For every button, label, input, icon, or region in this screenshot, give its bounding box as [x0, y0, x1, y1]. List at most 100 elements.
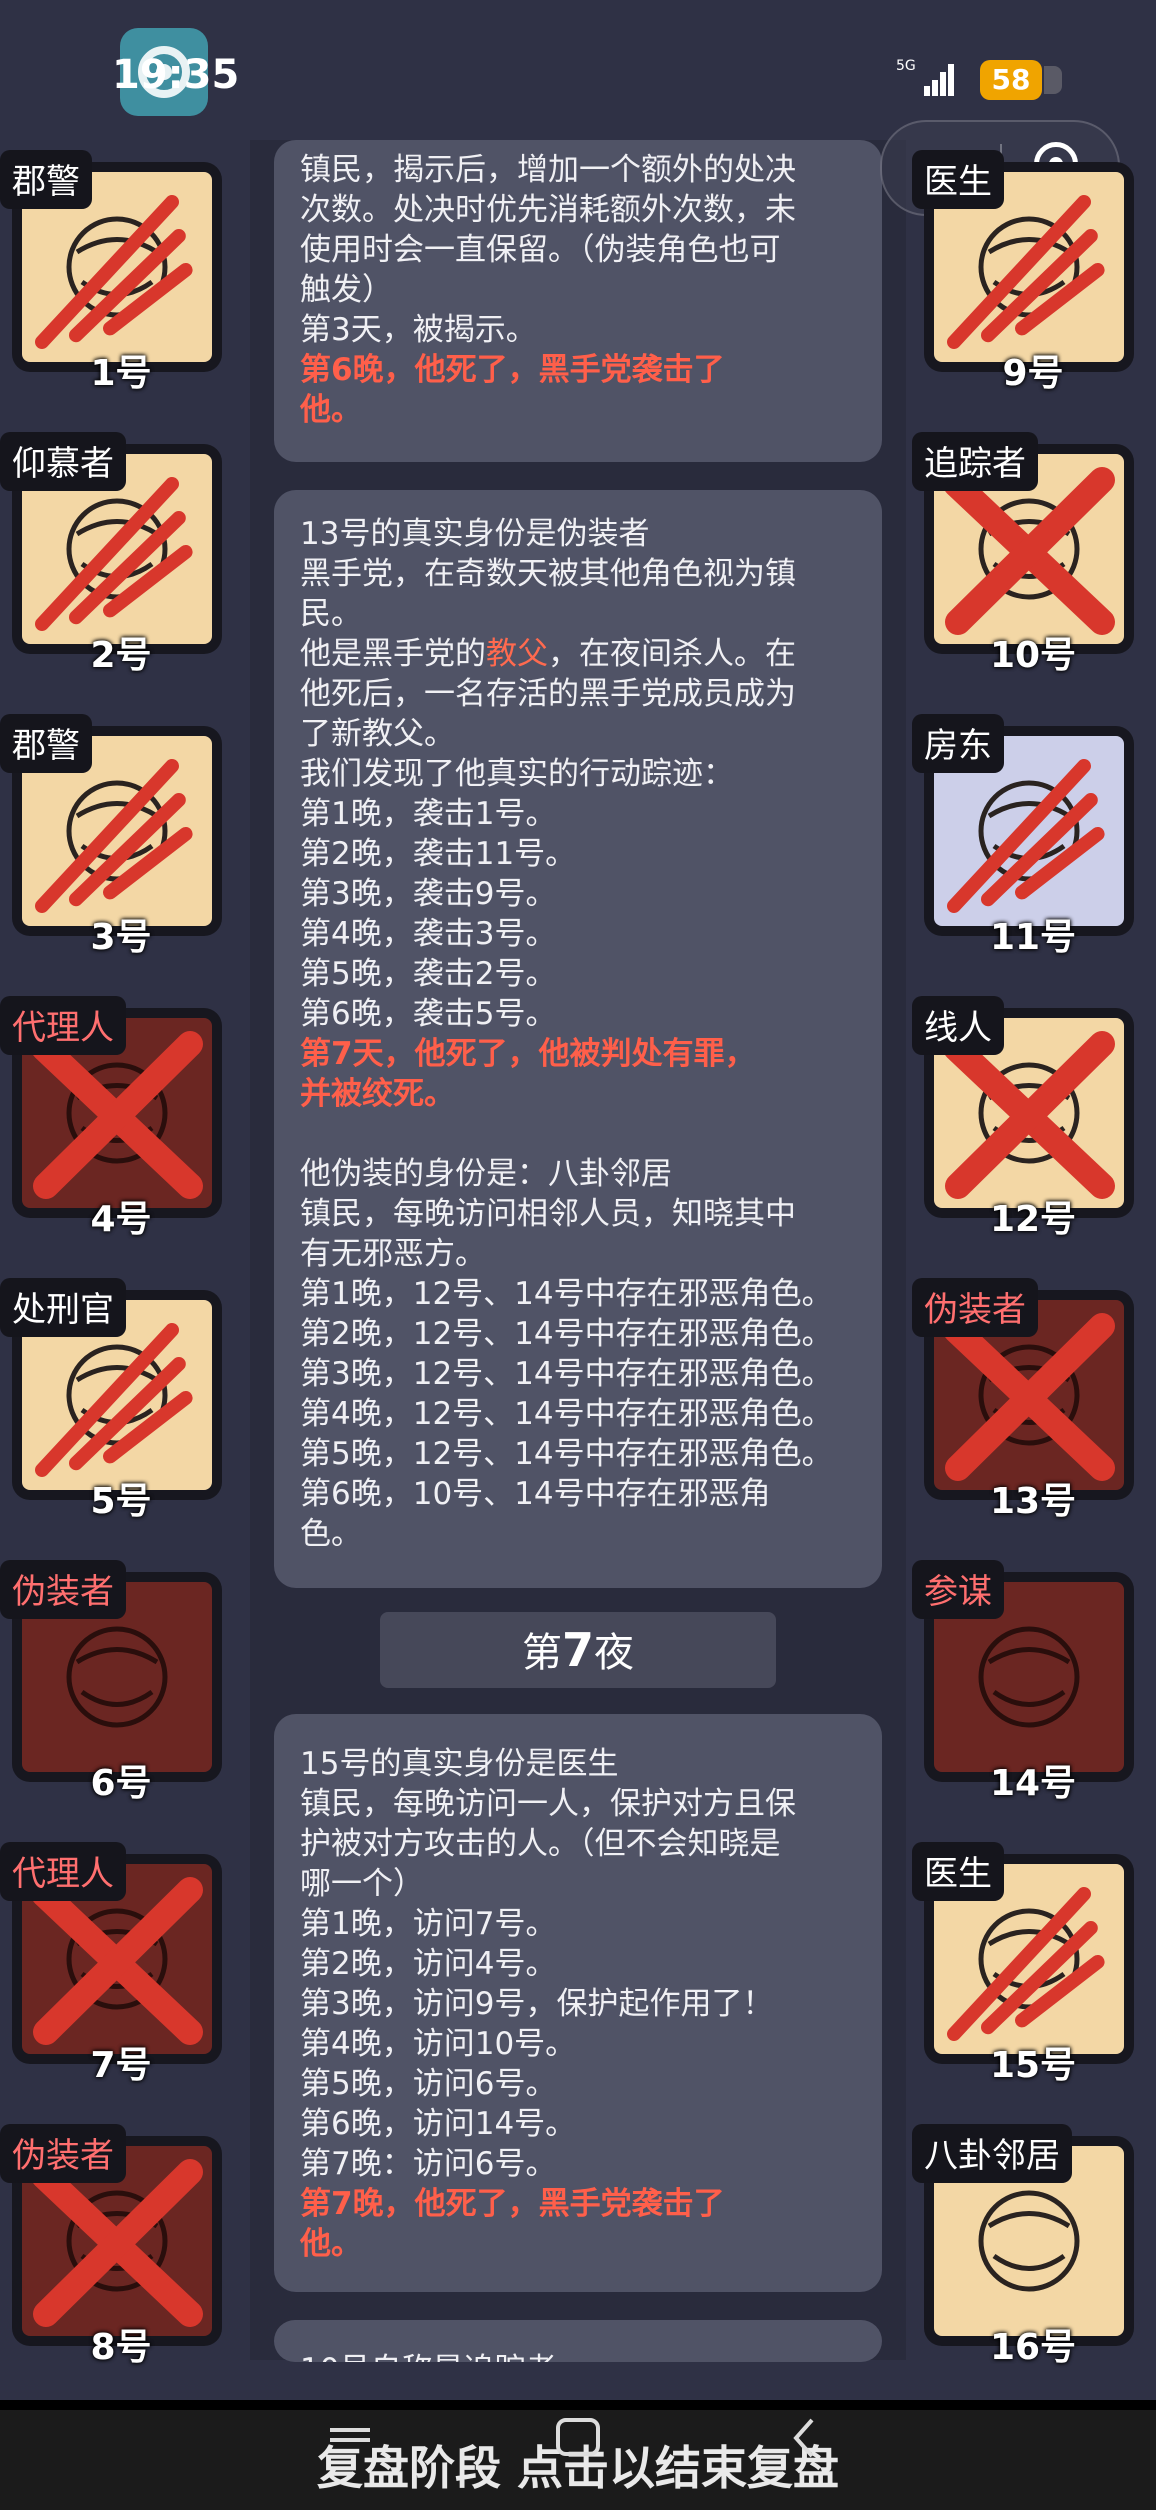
log-card-text: 15号的真实身份是医生 镇民，每晚访问一人，保护对方且保 护被对方攻击的人。（但不会…	[300, 1744, 864, 2264]
role-name-label: 参谋	[912, 1560, 1004, 1619]
log-line: 第3晚，访问9号，保护起作用了！	[300, 1986, 774, 2022]
log-card-player-10: 10号自称是追踪者	[274, 2320, 882, 2362]
player-number: 14号	[989, 1763, 1077, 1804]
log-line: 第5晚，12号、14号中存在邪恶角色。	[300, 1436, 833, 1472]
network-type: 5G	[896, 58, 916, 74]
log-card-text: 13号的真实身份是伪装者 黑手党，在奇数天被其他角色视为镇 民。 他是黑手党的教父，在…	[300, 514, 864, 1554]
log-line: 他死后，一名存活的黑手党成员成为	[300, 676, 796, 712]
log-card-text: 镇民，揭示后，增加一个额外的处决 次数。处决时优先消耗额外次数，未 使用时会一直保留…	[300, 150, 864, 430]
night-prefix: 第	[521, 1630, 562, 1676]
log-line: 使用时会一直保留。（伪装角色也可	[300, 232, 781, 268]
claw-mark	[947, 195, 1091, 349]
log-line: 第3晚，袭击9号。	[300, 876, 557, 912]
log-line: 黑手党，在奇数天被其他角色视为镇	[300, 556, 796, 592]
back-icon[interactable]	[793, 2418, 814, 2458]
log-line: 他伪装的身份是：八卦邻居	[300, 1156, 672, 1192]
log-line-text: 他是黑手党的	[300, 636, 486, 672]
role-keyword: 教父	[486, 636, 548, 672]
player-tile[interactable]: 追踪者 10号	[912, 432, 1134, 676]
player-number: 2号	[90, 635, 152, 676]
player-tile[interactable]: 代理人 4号	[0, 996, 222, 1240]
player-number: 13号	[989, 1481, 1077, 1522]
role-name-label: 代理人	[0, 996, 126, 1055]
log-line: 色。	[300, 1516, 362, 1552]
player-tile[interactable]: 伪装者 13号	[912, 1278, 1134, 1522]
log-line: 民。	[300, 596, 362, 632]
log-line: 10号自称是追踪者	[300, 2350, 864, 2362]
log-line: 第2晚，12号、14号中存在邪恶角色。	[300, 1316, 833, 1352]
claw-mark	[35, 477, 179, 631]
system-nav-icons	[330, 2418, 814, 2458]
player-tile[interactable]: 八卦邻居 16号	[912, 2124, 1134, 2368]
log-line: 第7天，他死了，他被判处有罪，	[300, 1036, 756, 1072]
log-line: 第1晚，访问7号。	[300, 1906, 557, 1942]
player-tile[interactable]: 线人 12号	[912, 996, 1134, 1240]
home-icon[interactable]	[556, 2418, 600, 2456]
claw-mark	[35, 1323, 179, 1477]
player-tile[interactable]: 伪装者 8号	[0, 2124, 222, 2368]
player-tile[interactable]: 郡警 3号	[0, 714, 222, 958]
recent-apps-icon[interactable]	[330, 2428, 370, 2442]
log-line: 我们发现了他真实的行动踪迹：	[300, 756, 734, 792]
log-line: 第5晚，访问6号。	[300, 2066, 557, 2102]
claw-mark	[947, 1887, 1091, 2041]
log-line: 第3晚，12号、14号中存在邪恶角色。	[300, 1356, 833, 1392]
log-line: 第1晚，袭击1号。	[300, 796, 557, 832]
role-name-label: 伪装者	[0, 1560, 126, 1619]
player-number: 10号	[989, 635, 1077, 676]
log-line: 触发）	[300, 272, 393, 308]
player-number: 8号	[90, 2327, 152, 2368]
player-number: 1号	[90, 353, 152, 394]
player-tile[interactable]: 处刑官 5号	[0, 1278, 222, 1522]
player-number: 11号	[989, 917, 1077, 958]
player-tile[interactable]: 参谋 14号	[912, 1560, 1134, 1804]
log-card-prev: 镇民，揭示后，增加一个额外的处决 次数。处决时优先消耗额外次数，未 使用时会一直保留…	[274, 140, 882, 462]
battery-icon: 58	[980, 60, 1062, 100]
role-name-label: 郡警	[0, 714, 92, 773]
log-line: 第3天，被揭示。	[300, 312, 537, 348]
player-tile[interactable]: 代理人 7号	[0, 1842, 222, 2086]
log-line: 第4晚，访问10号。	[300, 2026, 577, 2062]
log-line: 第6晚，袭击5号。	[300, 996, 557, 1032]
player-tile[interactable]: 伪装者 6号	[0, 1560, 222, 1804]
player-tile[interactable]: 房东 11号	[912, 714, 1134, 958]
player-number: 16号	[989, 2327, 1077, 2368]
log-line: 第6晚，10号、14号中存在邪恶角	[300, 1476, 771, 1512]
log-card-player-13: 13号的真实身份是伪装者 黑手党，在奇数天被其他角色视为镇 民。 他是黑手党的教父，在…	[274, 490, 882, 1588]
log-card-text: 10号自称是追踪者	[300, 2350, 864, 2362]
log-line: 有无邪恶方。	[300, 1236, 486, 1272]
log-line: 第2晚，袭击11号。	[300, 836, 577, 872]
log-line: 哪一个）	[300, 1866, 424, 1902]
log-line: 第1晚，12号、14号中存在邪恶角色。	[300, 1276, 833, 1312]
clock-time: 19:35	[112, 52, 240, 98]
role-name-label: 医生	[912, 150, 1004, 209]
night-number: 7	[561, 1623, 594, 1677]
player-number: 9号	[1002, 353, 1064, 394]
log-line: 并被绞死。	[300, 1076, 455, 1112]
log-line: 他。	[300, 392, 362, 428]
log-line: 次数。处决时优先消耗额外次数，未	[300, 192, 796, 228]
log-line: 他。	[300, 2226, 362, 2262]
role-name-label: 房东	[912, 714, 1004, 773]
player-tile[interactable]: 医生 15号	[912, 1842, 1134, 2086]
log-line: 第4晚，12号、14号中存在邪恶角色。	[300, 1396, 833, 1432]
log-card-player-15: 15号的真实身份是医生 镇民，每晚访问一人，保护对方且保 护被对方攻击的人。（但不会…	[274, 1714, 882, 2292]
log-line: 第6晚，他死了，黑手党袭击了	[300, 352, 725, 388]
log-line: 13号的真实身份是伪装者	[300, 516, 650, 552]
log-line: 第7晚：访问6号。	[300, 2146, 557, 2182]
role-name-label: 郡警	[0, 150, 92, 209]
log-line: 他是黑手党的教父，在夜间杀人。在	[300, 634, 864, 674]
log-line: 第5晚，袭击2号。	[300, 956, 557, 992]
claw-mark	[947, 759, 1091, 913]
player-number: 3号	[90, 917, 152, 958]
player-number: 6号	[90, 1763, 152, 1804]
log-line: 了新教父。	[300, 716, 455, 752]
player-tile[interactable]: 医生 9号	[912, 150, 1134, 394]
player-tile[interactable]: 郡警 1号	[0, 150, 222, 394]
role-name-label: 仰慕者	[0, 432, 126, 491]
log-line-text: ，在夜间杀人。在	[548, 636, 796, 672]
log-line: 第6晚，访问14号。	[300, 2106, 577, 2142]
night-suffix: 夜	[594, 1630, 634, 1676]
player-tile[interactable]: 仰慕者 2号	[0, 432, 222, 676]
